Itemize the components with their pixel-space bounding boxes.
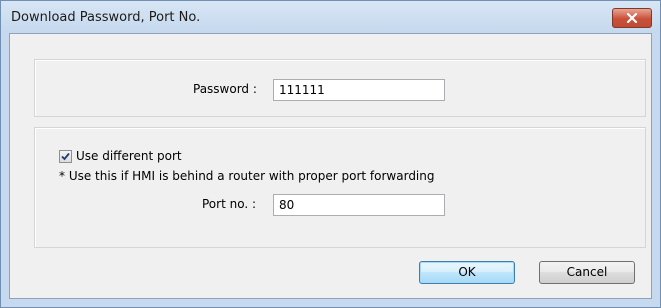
port-forwarding-note: * Use this if HMI is behind a router wit… [59,169,435,183]
close-button[interactable] [612,8,652,28]
port-number-label: Port no. : [202,197,257,211]
password-group: Password : [34,59,646,117]
password-input[interactable] [273,79,445,101]
checkmark-icon [61,152,70,161]
cancel-button[interactable]: Cancel [539,261,635,284]
dialog-window: Download Password, Port No. Password : U… [0,0,661,308]
dialog-client-area: Password : Use different port * Use this… [9,33,652,299]
window-title: Download Password, Port No. [11,10,201,25]
ok-button[interactable]: OK [419,261,515,284]
password-label: Password : [193,82,257,96]
use-different-port-label[interactable]: Use different port [76,149,182,163]
title-bar[interactable]: Download Password, Port No. [1,1,660,33]
close-icon [626,13,638,23]
port-group: Use different port * Use this if HMI is … [34,127,646,248]
use-different-port-checkbox[interactable] [59,150,72,163]
port-number-input[interactable] [273,194,445,216]
